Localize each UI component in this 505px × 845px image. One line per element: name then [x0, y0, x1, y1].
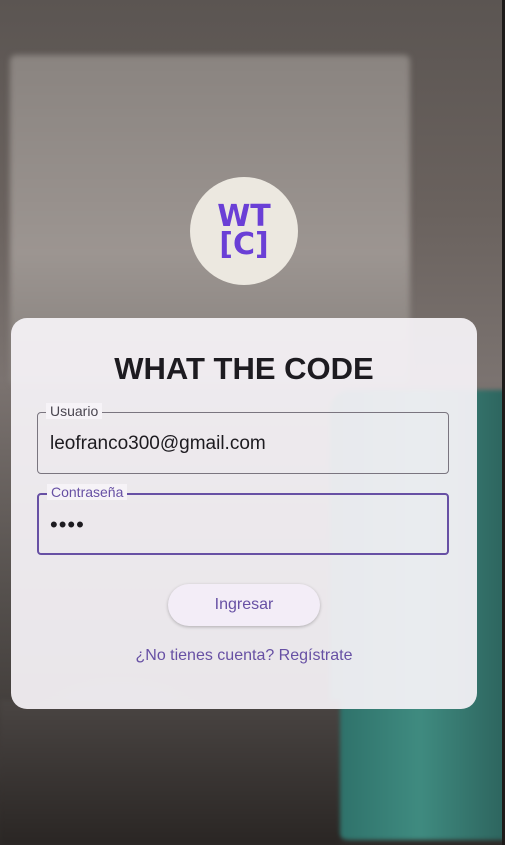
- logo-line-2: [C]: [219, 227, 269, 262]
- username-input[interactable]: leofranco300@gmail.com: [50, 433, 266, 455]
- password-field[interactable]: Contraseña ••••: [37, 484, 449, 555]
- password-input[interactable]: ••••: [50, 512, 85, 538]
- background-desk: [0, 700, 340, 845]
- username-field[interactable]: Usuario leofranco300@gmail.com: [37, 403, 449, 474]
- password-label: Contraseña: [47, 484, 128, 500]
- login-card: WHAT THE CODE Usuario leofranco300@gmail…: [11, 318, 477, 709]
- username-label: Usuario: [46, 403, 103, 419]
- login-button[interactable]: Ingresar: [168, 584, 320, 626]
- page-title: WHAT THE CODE: [114, 351, 374, 386]
- app-logo: WT [C]: [190, 177, 298, 285]
- register-link[interactable]: ¿No tienes cuenta? Regístrate: [11, 647, 477, 665]
